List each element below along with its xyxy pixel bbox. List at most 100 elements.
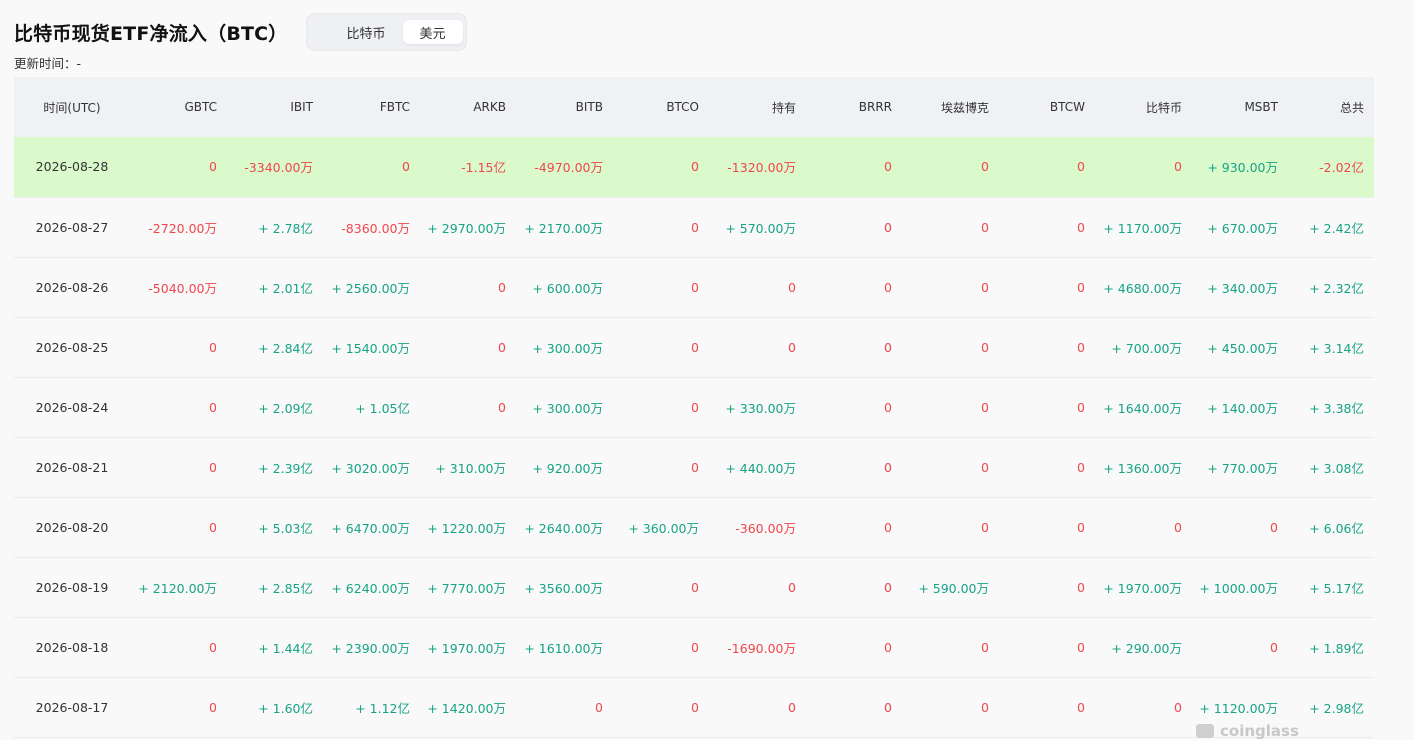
- column-header-col1[interactable]: GBTC: [130, 77, 227, 137]
- column-header-col13[interactable]: 总共: [1288, 77, 1374, 137]
- flow-cell: 0: [884, 699, 892, 715]
- flow-cell: 0: [981, 519, 989, 535]
- column-header-col2[interactable]: IBIT: [227, 77, 323, 137]
- flow-cell: 0: [1174, 519, 1182, 535]
- flow-cell: 0: [209, 639, 217, 655]
- flow-cell: + 300.00万: [532, 340, 603, 356]
- table-row: 2026-08-25 0 + 2.84亿 + 1540.00万 0 + 300.00万 0 0…: [14, 317, 1374, 377]
- flow-cell: 0: [691, 339, 699, 355]
- flow-cell: + 2.09亿: [258, 400, 313, 416]
- column-header-col3[interactable]: FBTC: [323, 77, 420, 137]
- column-header-col10[interactable]: BTCW: [999, 77, 1095, 137]
- flow-cell: + 3.38亿: [1309, 400, 1364, 416]
- flow-cell: 0: [1174, 699, 1182, 715]
- column-header-col9[interactable]: 埃兹博克: [902, 77, 999, 137]
- flow-cell: + 2.39亿: [258, 460, 313, 476]
- flow-cell: + 1.12亿: [355, 700, 410, 716]
- page-title: 比特币现货ETF净流入（BTC）: [14, 22, 288, 45]
- flow-cell: 0: [884, 159, 892, 175]
- flow-cell: 0: [884, 219, 892, 235]
- flow-cell: 0: [691, 279, 699, 295]
- flow-cell: 0: [498, 339, 506, 355]
- flow-cell: 0: [884, 639, 892, 655]
- flow-cell: 0: [691, 699, 699, 715]
- flow-cell: + 1610.00万: [524, 640, 603, 656]
- flow-cell: + 330.00万: [725, 400, 796, 416]
- flow-cell: + 6240.00万: [331, 580, 410, 596]
- flow-cell: + 6.06亿: [1309, 520, 1364, 536]
- flow-cell: 0: [691, 579, 699, 595]
- column-header-col11[interactable]: 比特币: [1095, 77, 1192, 137]
- date-cell: 2026-08-21: [35, 459, 109, 475]
- table-row: 2026-08-24 0 + 2.09亿 + 1.05亿 0 + 300.00万 0 + 33…: [14, 377, 1374, 437]
- column-header-col8[interactable]: BRRR: [806, 77, 902, 137]
- flow-cell: + 1640.00万: [1103, 400, 1182, 416]
- flow-cell: + 700.00万: [1111, 340, 1182, 356]
- flow-cell: + 3.08亿: [1309, 460, 1364, 476]
- flow-cell: 0: [981, 639, 989, 655]
- date-cell: 2026-08-19: [35, 579, 109, 595]
- flow-cell: 0: [1270, 519, 1278, 535]
- flow-cell: 0: [788, 279, 796, 295]
- flow-cell: -2720.00万: [148, 220, 217, 236]
- flow-cell: 0: [691, 219, 699, 235]
- flow-cell: 0: [595, 699, 603, 715]
- toggle-btc[interactable]: 比特币: [330, 20, 403, 44]
- flow-cell: 0: [788, 699, 796, 715]
- flow-cell: + 920.00万: [532, 460, 603, 476]
- flow-cell: + 2560.00万: [331, 280, 410, 296]
- flow-cell: -8360.00万: [341, 220, 410, 236]
- flow-cell: + 570.00万: [725, 220, 796, 236]
- flow-cell: 0: [209, 519, 217, 535]
- flow-cell: 0: [1077, 159, 1085, 175]
- table-row: 2026-08-28 0 -3340.00万 0 -1.15亿 -4970.00万 0 -13…: [14, 137, 1374, 197]
- flow-cell: 0: [884, 519, 892, 535]
- flow-cell: + 1970.00万: [1103, 580, 1182, 596]
- table-row: 2026-08-26 -5040.00万 + 2.01亿 + 2560.00万 0 + 6…: [14, 257, 1374, 317]
- column-header-col7[interactable]: 持有: [709, 77, 806, 137]
- flow-cell: + 1000.00万: [1199, 580, 1278, 596]
- flow-cell: 0: [691, 459, 699, 475]
- flow-cell: 0: [1270, 639, 1278, 655]
- flow-cell: + 1220.00万: [427, 520, 506, 536]
- flow-cell: 0: [884, 459, 892, 475]
- flow-cell: + 3560.00万: [524, 580, 603, 596]
- flow-cell: + 1420.00万: [427, 700, 506, 716]
- watermark-text: coinglass: [1220, 722, 1299, 740]
- column-header-col4[interactable]: ARKB: [420, 77, 516, 137]
- flow-cell: -5040.00万: [148, 280, 217, 296]
- column-header-col12[interactable]: MSBT: [1192, 77, 1288, 137]
- flow-cell: + 3020.00万: [331, 460, 410, 476]
- flow-cell: 0: [981, 279, 989, 295]
- column-header-col6[interactable]: BTCO: [613, 77, 709, 137]
- flow-cell: + 2.98亿: [1309, 700, 1364, 716]
- flow-cell: 0: [1174, 159, 1182, 175]
- watermark: coinglass: [1196, 722, 1299, 740]
- flow-cell: 0: [788, 579, 796, 595]
- flow-cell: 0: [209, 339, 217, 355]
- flow-cell: + 5.03亿: [258, 520, 313, 536]
- toggle-usd[interactable]: 美元: [402, 20, 463, 44]
- flow-cell: + 140.00万: [1207, 400, 1278, 416]
- flow-cell: + 340.00万: [1207, 280, 1278, 296]
- flow-cell: + 1.89亿: [1309, 640, 1364, 656]
- date-cell: 2026-08-27: [35, 219, 109, 235]
- date-cell: 2026-08-26: [35, 279, 109, 295]
- flow-cell: + 5.17亿: [1309, 580, 1364, 596]
- flow-cell: 0: [498, 399, 506, 415]
- flow-cell: + 440.00万: [725, 460, 796, 476]
- flow-cell: + 300.00万: [532, 400, 603, 416]
- flow-cell: 0: [884, 579, 892, 595]
- flow-cell: -3340.00万: [244, 160, 313, 176]
- flow-cell: + 2390.00万: [331, 640, 410, 656]
- flow-cell: + 1360.00万: [1103, 460, 1182, 476]
- flow-cell: + 7770.00万: [427, 580, 506, 596]
- column-header-time[interactable]: 时间(UTC): [14, 77, 130, 137]
- table-row: 2026-08-19 + 2120.00万 + 2.85亿 + 6240.00万 + 7…: [14, 557, 1374, 617]
- flow-cell: 0: [981, 219, 989, 235]
- flow-cell: + 4680.00万: [1103, 280, 1182, 296]
- column-header-col5[interactable]: BITB: [516, 77, 613, 137]
- flow-cell: 0: [788, 339, 796, 355]
- flow-cell: -1690.00万: [727, 640, 796, 656]
- flow-cell: + 1540.00万: [331, 340, 410, 356]
